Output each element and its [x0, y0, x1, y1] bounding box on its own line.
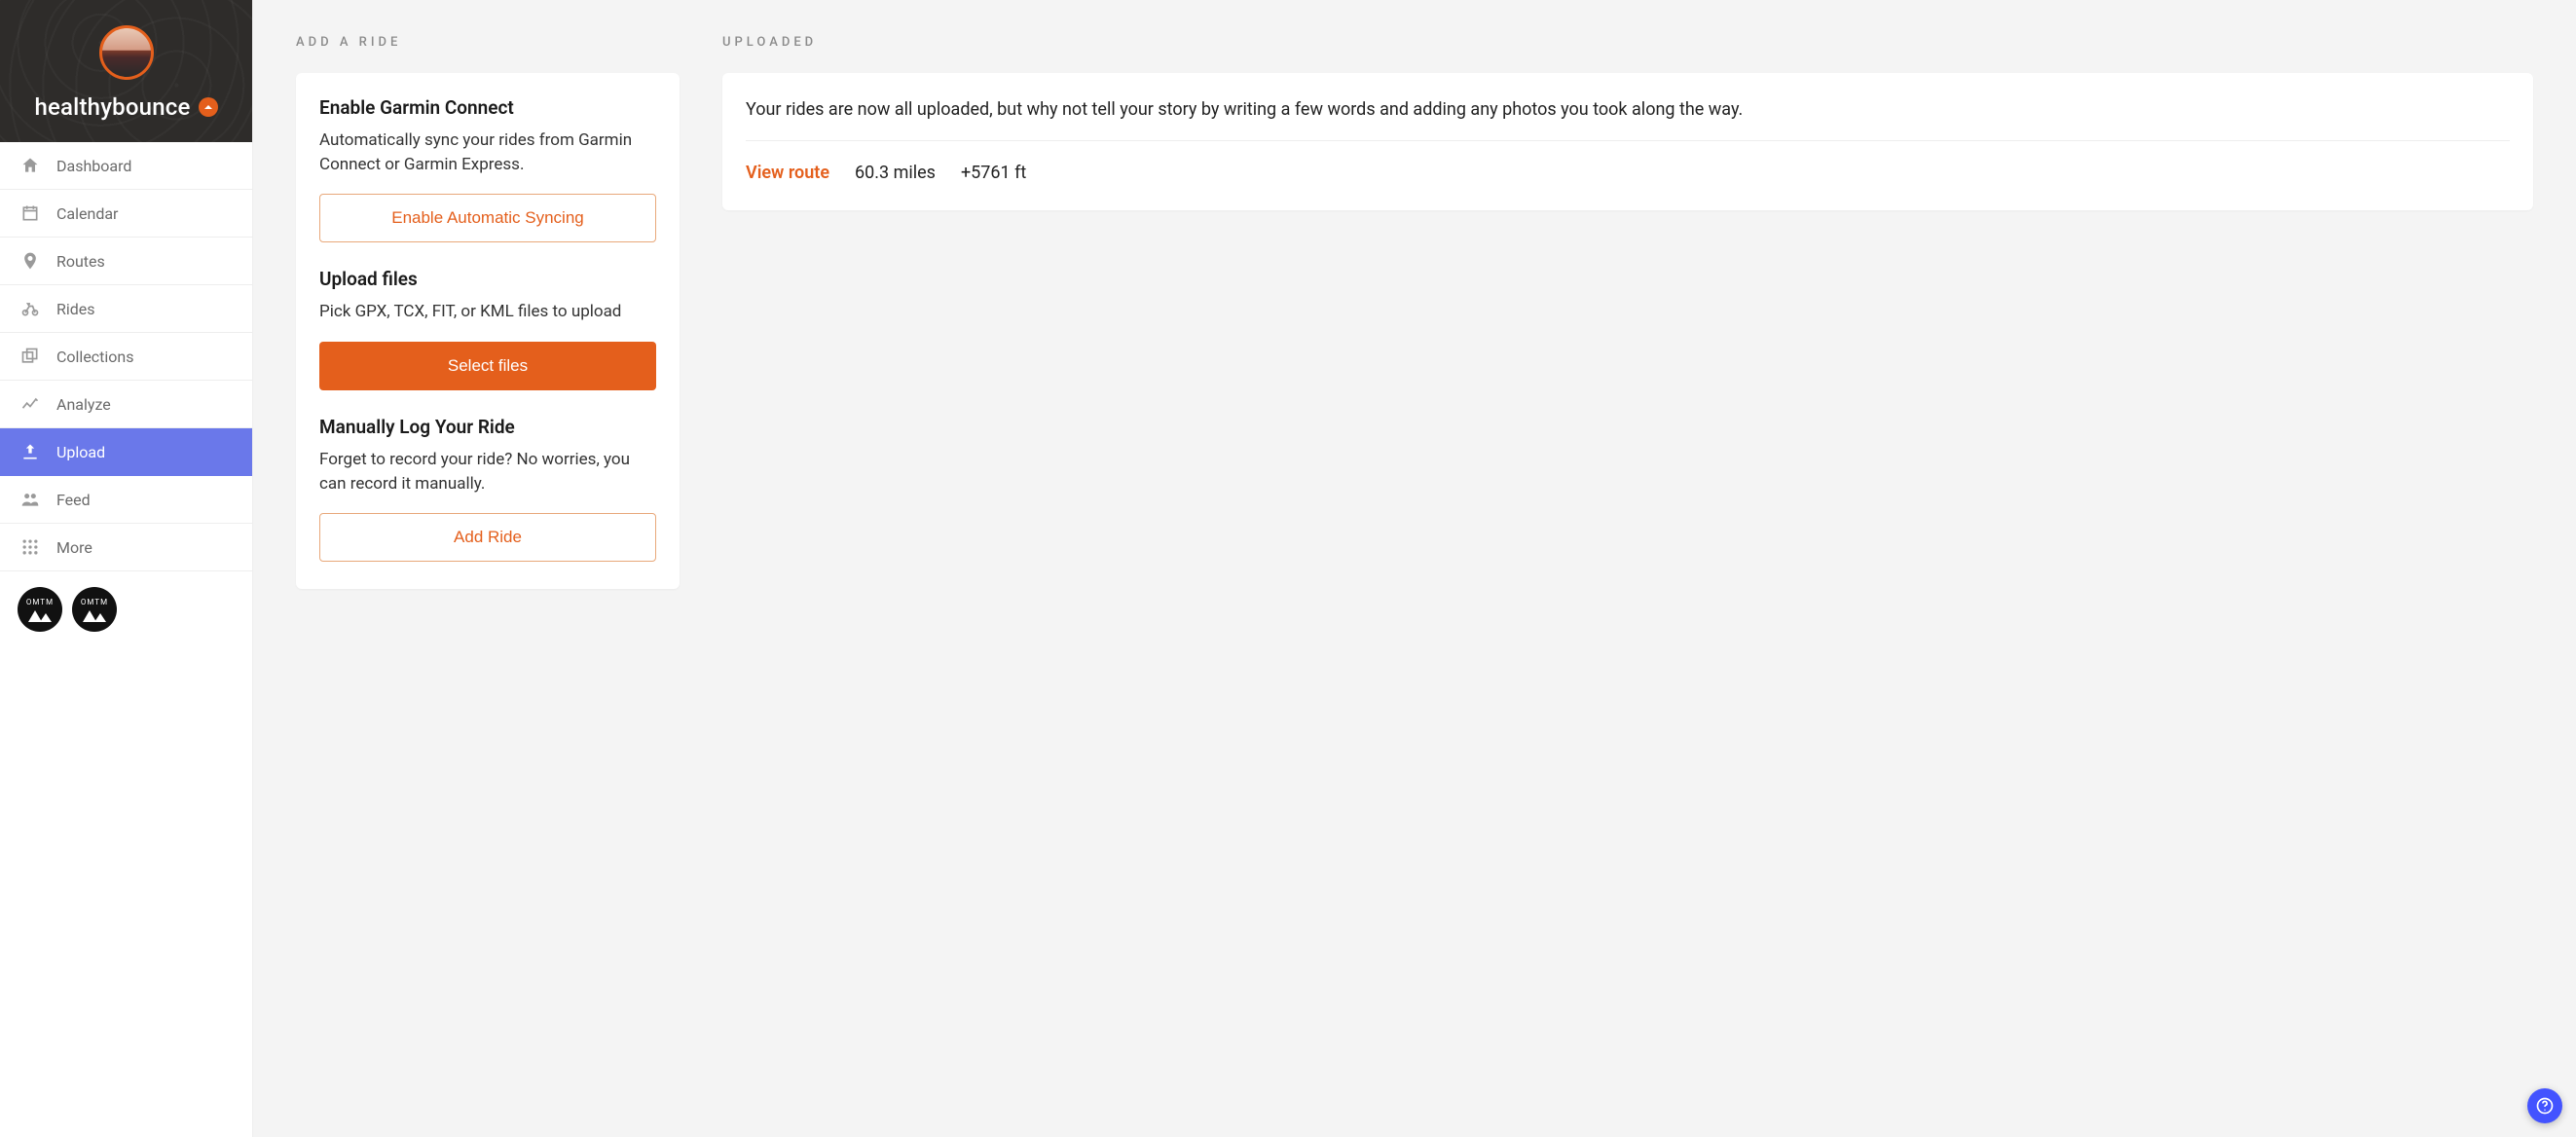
uploaded-message: Your rides are now all uploaded, but why… [746, 96, 2510, 123]
add-ride-column: ADD A RIDE Enable Garmin Connect Automat… [296, 35, 680, 589]
main-content: ADD A RIDE Enable Garmin Connect Automat… [253, 0, 2576, 1137]
sidebar-item-routes[interactable]: Routes [0, 238, 252, 285]
upload-desc: Pick GPX, TCX, FIT, or KML files to uplo… [319, 300, 656, 324]
garmin-block: Enable Garmin Connect Automatically sync… [319, 96, 656, 242]
sidebar-item-label: Collections [56, 348, 134, 366]
avatar[interactable] [99, 25, 154, 80]
sidebar-item-calendar[interactable]: Calendar [0, 190, 252, 238]
uploaded-column: UPLOADED Your rides are now all uploaded… [722, 35, 2533, 210]
sidebar-item-upload[interactable]: Upload [0, 428, 252, 476]
add-ride-card: Enable Garmin Connect Automatically sync… [296, 73, 680, 589]
sidebar-item-label: Rides [56, 300, 95, 318]
manual-title: Manually Log Your Ride [319, 416, 656, 438]
section-label-add-ride: ADD A RIDE [296, 35, 680, 50]
help-button[interactable] [2527, 1088, 2562, 1123]
username-row[interactable]: healthybounce [18, 93, 235, 121]
pin-icon [19, 251, 41, 271]
view-route-link[interactable]: View route [746, 163, 829, 183]
divider [746, 140, 2510, 141]
home-icon [19, 156, 41, 175]
sidebar-item-rides[interactable]: Rides [0, 285, 252, 333]
sidebar-item-label: Calendar [56, 204, 118, 223]
sidebar-item-label: Feed [56, 491, 91, 509]
calendar-icon [19, 203, 41, 223]
sidebar-item-dashboard[interactable]: Dashboard [0, 142, 252, 190]
sidebar-item-label: Upload [56, 443, 105, 461]
grid-icon [19, 537, 41, 557]
section-label-uploaded: UPLOADED [722, 35, 2533, 50]
add-ride-button[interactable]: Add Ride [319, 513, 656, 562]
sidebar-nav: Dashboard Calendar Routes Rides Collecti… [0, 142, 252, 571]
elevation-stat: +5761 ft [961, 163, 1026, 183]
chart-icon [19, 394, 41, 414]
chevron-up-icon [199, 97, 218, 117]
mountain-icon [82, 608, 107, 622]
distance-stat: 60.3 miles [855, 163, 936, 183]
club-badge[interactable]: OMTM [18, 587, 62, 632]
sidebar-item-analyze[interactable]: Analyze [0, 381, 252, 428]
club-badge[interactable]: OMTM [72, 587, 117, 632]
select-files-button[interactable]: Select files [319, 342, 656, 390]
club-badge-label: OMTM [26, 598, 54, 606]
garmin-title: Enable Garmin Connect [319, 96, 656, 119]
sidebar-item-more[interactable]: More [0, 524, 252, 571]
uploaded-card: Your rides are now all uploaded, but why… [722, 73, 2533, 210]
upload-icon [19, 442, 41, 461]
username: healthybounce [34, 93, 190, 121]
mountain-icon [27, 608, 53, 622]
upload-title: Upload files [319, 268, 656, 290]
app-root: healthybounce Dashboard Calendar Routes [0, 0, 2576, 1137]
sidebar-item-collections[interactable]: Collections [0, 333, 252, 381]
club-badge-label: OMTM [81, 598, 108, 606]
upload-stats-row: View route 60.3 miles +5761 ft [746, 163, 2510, 183]
sidebar-item-feed[interactable]: Feed [0, 476, 252, 524]
garmin-desc: Automatically sync your rides from Garmi… [319, 128, 656, 176]
sidebar-item-label: More [56, 538, 92, 557]
sidebar-item-label: Routes [56, 252, 105, 271]
people-icon [19, 490, 41, 509]
sidebar-item-label: Analyze [56, 395, 111, 414]
club-badges: OMTM OMTM [0, 571, 252, 647]
sidebar: healthybounce Dashboard Calendar Routes [0, 0, 253, 1137]
bike-icon [19, 299, 41, 318]
profile-header: healthybounce [0, 0, 252, 142]
collections-icon [19, 347, 41, 366]
manual-desc: Forget to record your ride? No worries, … [319, 448, 656, 495]
sidebar-item-label: Dashboard [56, 157, 131, 175]
upload-files-block: Upload files Pick GPX, TCX, FIT, or KML … [319, 268, 656, 390]
help-icon [2535, 1096, 2555, 1116]
enable-sync-button[interactable]: Enable Automatic Syncing [319, 194, 656, 242]
manual-log-block: Manually Log Your Ride Forget to record … [319, 416, 656, 562]
